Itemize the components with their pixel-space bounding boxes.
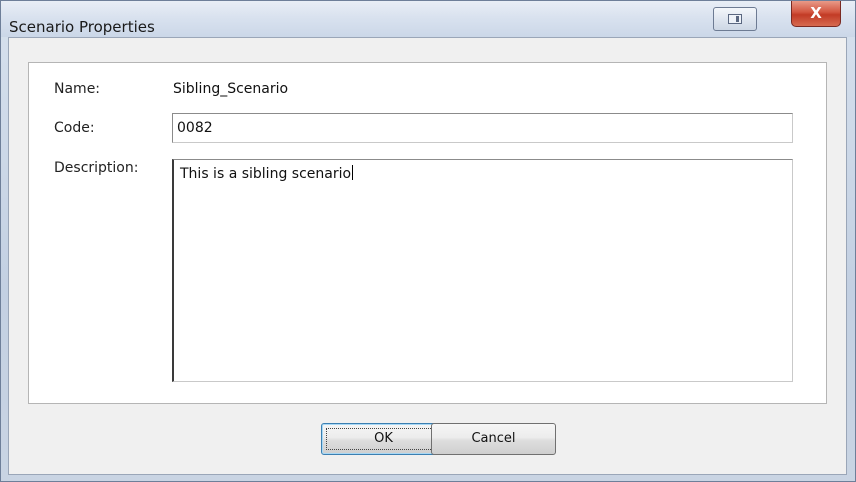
- text-caret: [352, 165, 354, 180]
- title-bar[interactable]: Scenario Properties X: [1, 1, 855, 37]
- cancel-button-label: Cancel: [471, 431, 516, 446]
- restore-window-icon: [728, 14, 742, 24]
- code-label: Code:: [54, 120, 95, 136]
- description-label: Description:: [54, 160, 139, 176]
- code-field[interactable]: [172, 113, 793, 143]
- close-icon: X: [810, 4, 822, 22]
- cancel-button[interactable]: Cancel: [431, 423, 556, 455]
- name-label: Name:: [54, 81, 101, 97]
- name-value: Sibling_Scenario: [173, 81, 289, 97]
- dialog-window: Scenario Properties X Name: Sibling_Scen…: [0, 0, 856, 482]
- description-field[interactable]: This is a sibling scenario: [172, 159, 793, 382]
- close-button[interactable]: X: [791, 1, 841, 27]
- dialog-title: Scenario Properties: [9, 18, 155, 36]
- ok-button[interactable]: OK: [321, 423, 446, 455]
- restore-button[interactable]: [713, 7, 757, 31]
- ok-button-label: OK: [374, 431, 393, 446]
- description-text: This is a sibling scenario: [180, 166, 352, 182]
